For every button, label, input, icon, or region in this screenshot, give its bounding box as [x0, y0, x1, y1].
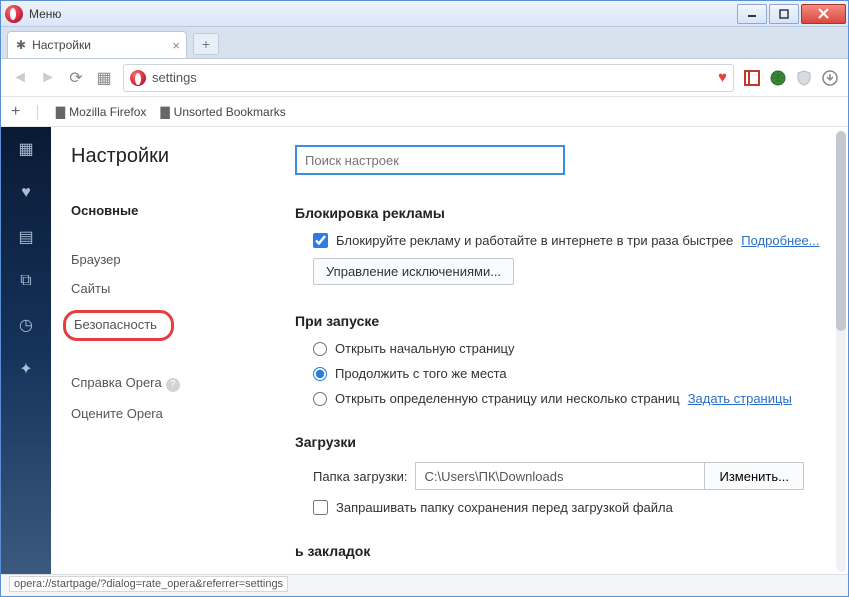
startup-radio-pages[interactable]: [313, 392, 327, 406]
add-bookmark-button[interactable]: +: [11, 103, 20, 121]
menu-button[interactable]: Меню: [29, 7, 61, 21]
adblock-more-link[interactable]: Подробнее...: [741, 233, 819, 248]
sidebar-item-main[interactable]: Основные: [71, 196, 295, 225]
maximize-button[interactable]: [769, 4, 799, 24]
startup-radio-continue[interactable]: [313, 367, 327, 381]
change-folder-button[interactable]: Изменить...: [705, 462, 803, 490]
tab-settings[interactable]: ✱ Настройки ×: [7, 31, 187, 58]
reload-icon[interactable]: ⟳: [67, 69, 85, 87]
download-folder-label: Папка загрузки:: [313, 469, 407, 484]
scroll-thumb[interactable]: [836, 131, 846, 331]
folder-icon: ▇: [160, 105, 169, 119]
tab-title: Настройки: [32, 38, 91, 52]
forward-icon[interactable]: ►: [39, 69, 57, 87]
shield-icon[interactable]: [796, 70, 812, 86]
section-heading: ь закладок: [295, 543, 838, 559]
sidebar-toggle-icon[interactable]: [744, 70, 760, 86]
heart-icon[interactable]: ♥: [718, 69, 727, 86]
sidebar-item-rate[interactable]: Оцените Opera: [71, 399, 295, 428]
ask-folder-checkbox[interactable]: [313, 500, 328, 515]
heart-icon[interactable]: ♥: [16, 183, 36, 203]
history-icon[interactable]: ◷: [16, 315, 36, 335]
site-opera-icon: [130, 70, 146, 86]
devices-icon[interactable]: ⧉: [16, 271, 36, 291]
speed-dial-sidebar: ▦ ♥ ▤ ⧉ ◷ ✦: [1, 127, 51, 576]
startup-label-home: Открыть начальную страницу: [335, 341, 515, 356]
page-title: Настройки: [71, 145, 295, 168]
settings-sidebar: Настройки Основные Браузер Сайты Безопас…: [51, 127, 295, 576]
grid-icon[interactable]: ▦: [16, 139, 36, 159]
speed-dial-icon[interactable]: ▦: [95, 69, 113, 87]
adblock-label: Блокируйте рекламу и работайте в интерне…: [336, 233, 733, 248]
ask-folder-label: Запрашивать папку сохранения перед загру…: [336, 500, 673, 515]
status-url: opera://startpage/?dialog=rate_opera&ref…: [9, 576, 288, 592]
minimize-button[interactable]: [737, 4, 767, 24]
section-heading: Блокировка рекламы: [295, 205, 838, 221]
section-heading: Загрузки: [295, 434, 838, 450]
back-icon[interactable]: ◄: [11, 69, 29, 87]
opera-logo-icon: [5, 5, 23, 23]
startup-label-pages: Открыть определенную страницу или нескол…: [335, 391, 680, 406]
section-startup: При запуске Открыть начальную страницу П…: [295, 313, 838, 406]
downloads-icon[interactable]: [822, 70, 838, 86]
set-pages-link[interactable]: Задать страницы: [688, 391, 792, 406]
section-downloads: Загрузки Папка загрузки: Изменить... Зап…: [295, 434, 838, 515]
gear-icon: ✱: [16, 38, 26, 52]
sidebar-item-security[interactable]: Безопасность: [71, 303, 295, 348]
tab-strip: ✱ Настройки × +: [1, 27, 848, 59]
sidebar-item-sites[interactable]: Сайты: [71, 274, 295, 303]
section-bookmarks-bar: ь закладок: [295, 543, 838, 559]
url-input[interactable]: [152, 70, 712, 85]
status-bar: opera://startpage/?dialog=rate_opera&ref…: [1, 574, 848, 596]
adblock-checkbox[interactable]: [313, 233, 328, 248]
sidebar-item-browser[interactable]: Браузер: [71, 245, 295, 274]
close-button[interactable]: [801, 4, 846, 24]
section-adblock: Блокировка рекламы Блокируйте рекламу и …: [295, 205, 838, 285]
sidebar-item-help[interactable]: Справка Opera?: [71, 368, 295, 399]
navigation-toolbar: ◄ ► ⟳ ▦ ♥: [1, 59, 848, 97]
vpn-globe-icon[interactable]: [770, 70, 786, 86]
tab-close-icon[interactable]: ×: [172, 38, 180, 53]
manage-exceptions-button[interactable]: Управление исключениями...: [313, 258, 514, 285]
new-tab-button[interactable]: +: [193, 33, 219, 55]
folder-icon: ▇: [56, 105, 65, 119]
settings-search-input[interactable]: [295, 145, 565, 175]
bookmark-folder-unsorted[interactable]: ▇Unsorted Bookmarks: [160, 105, 285, 119]
address-bar[interactable]: ♥: [123, 64, 734, 92]
bookmark-folder-mozilla[interactable]: ▇Mozilla Firefox: [56, 105, 147, 119]
section-heading: При запуске: [295, 313, 838, 329]
download-folder-input[interactable]: [415, 462, 705, 490]
extensions-icon[interactable]: ✦: [16, 359, 36, 379]
news-icon[interactable]: ▤: [16, 227, 36, 247]
bookmarks-bar: + │ ▇Mozilla Firefox ▇Unsorted Bookmarks: [1, 97, 848, 127]
help-icon: ?: [166, 378, 180, 392]
settings-content: Блокировка рекламы Блокируйте рекламу и …: [295, 127, 848, 576]
startup-radio-home[interactable]: [313, 342, 327, 356]
window-titlebar: Меню: [1, 1, 848, 27]
startup-label-continue: Продолжить с того же места: [335, 366, 507, 381]
scrollbar[interactable]: [836, 131, 846, 572]
